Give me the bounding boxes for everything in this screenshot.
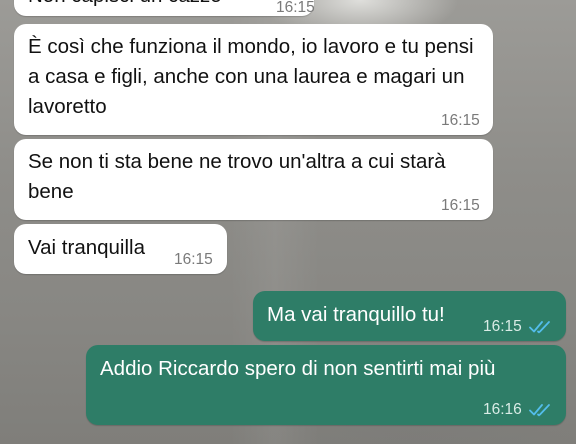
incoming-message[interactable]: Non capisci un cazzo 16:15 bbox=[14, 0, 315, 16]
outgoing-message[interactable]: Ma vai tranquillo tu! 16:15 bbox=[253, 291, 566, 341]
message-text: È così che funziona il mondo, io lavoro … bbox=[28, 35, 474, 118]
message-list[interactable]: Non capisci un cazzo 16:15 È così che fu… bbox=[0, 0, 576, 444]
incoming-message[interactable]: È così che funziona il mondo, io lavoro … bbox=[14, 24, 493, 135]
message-text: Se non ti sta bene ne trovo un'altra a c… bbox=[28, 150, 446, 203]
message-time: 16:15 bbox=[483, 318, 522, 335]
incoming-message[interactable]: Se non ti sta bene ne trovo un'altra a c… bbox=[14, 139, 493, 220]
message-time: 16:15 bbox=[441, 197, 480, 214]
message-text: Addio Riccardo spero di non sentirti mai… bbox=[100, 357, 496, 380]
message-text: Vai tranquilla bbox=[28, 236, 145, 259]
incoming-message[interactable]: Vai tranquilla 16:15 bbox=[14, 224, 227, 274]
message-time: 16:15 bbox=[441, 112, 480, 129]
read-double-check-icon bbox=[529, 321, 550, 334]
message-time: 16:15 bbox=[174, 251, 213, 268]
message-text: Non capisci un cazzo bbox=[28, 0, 222, 11]
message-text: Ma vai tranquillo tu! bbox=[267, 303, 445, 326]
read-double-check-icon bbox=[529, 404, 550, 417]
outgoing-message[interactable]: Addio Riccardo spero di non sentirti mai… bbox=[86, 345, 566, 425]
message-time: 16:16 bbox=[483, 401, 522, 418]
message-time: 16:15 bbox=[276, 0, 315, 16]
